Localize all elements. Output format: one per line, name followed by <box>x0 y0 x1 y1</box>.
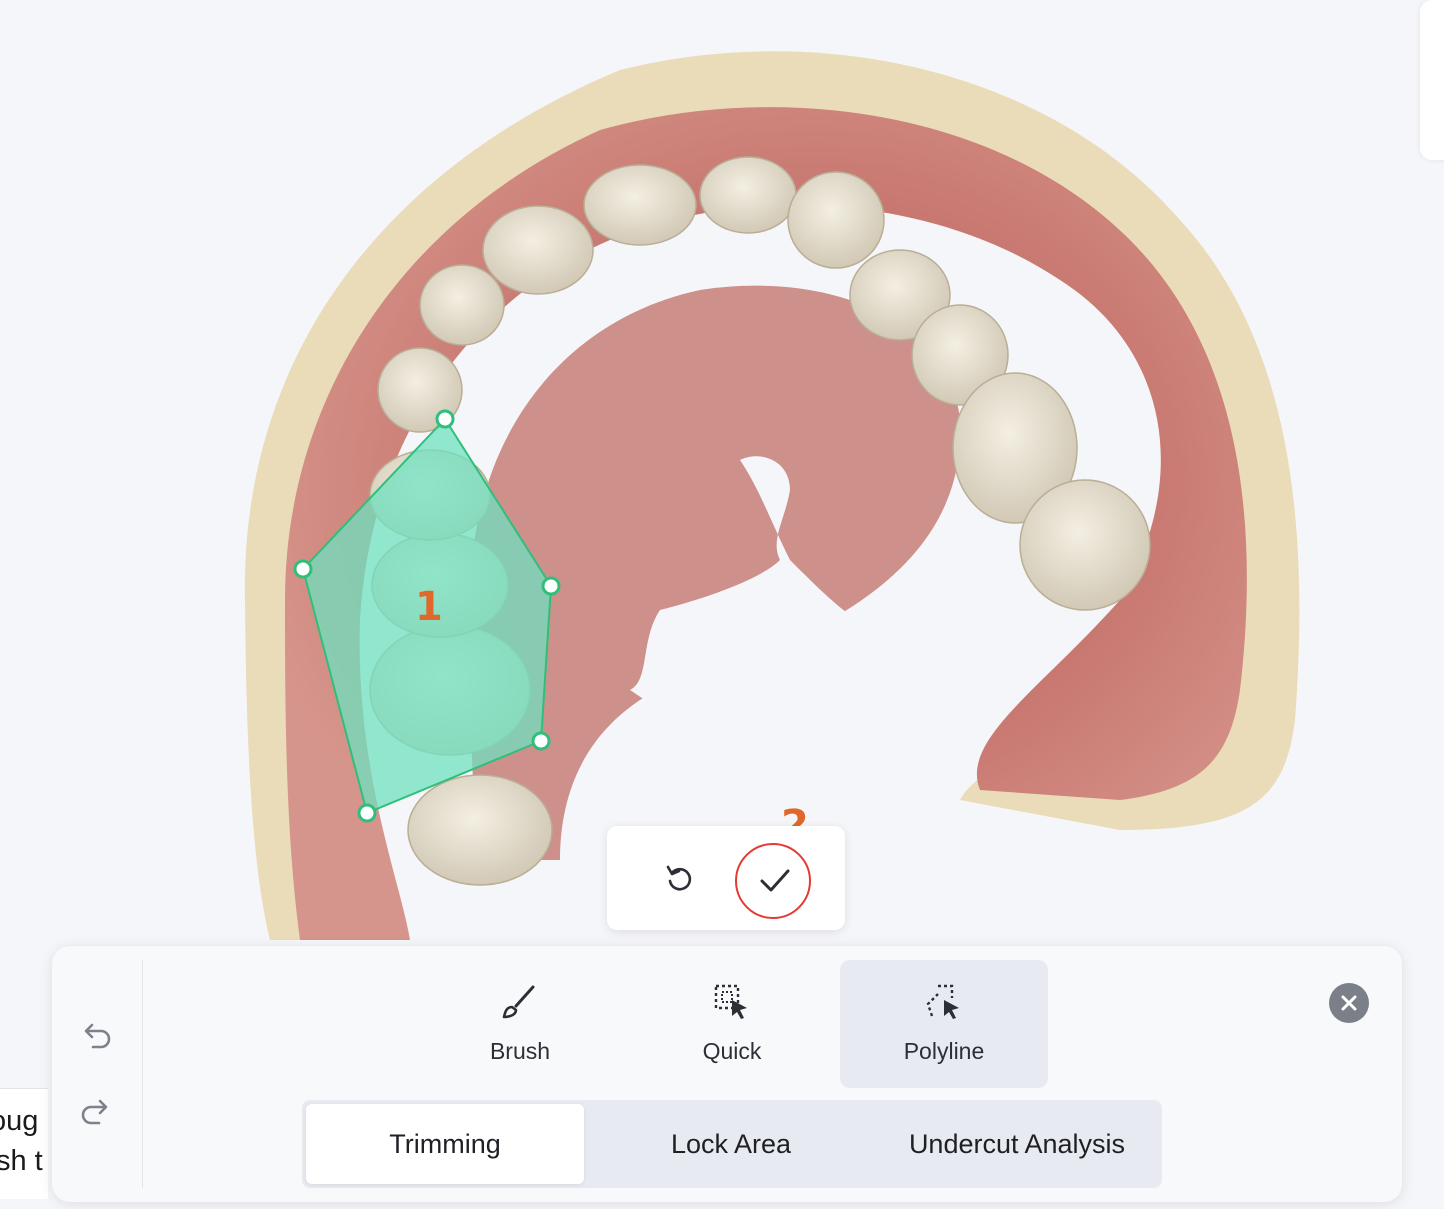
polyline-vertex <box>435 409 455 429</box>
tool-polyline[interactable]: Polyline <box>840 960 1048 1088</box>
polyline-vertex <box>293 559 313 579</box>
redo-icon <box>81 1099 108 1125</box>
editing-toolbar: Brush Quick Polyline Trimming Lock Area … <box>52 946 1402 1202</box>
side-panel-text: oug sh t <box>0 1088 48 1199</box>
reset-selection-button[interactable] <box>659 858 701 900</box>
right-edge-panel <box>1420 0 1444 160</box>
close-icon <box>1341 995 1357 1011</box>
undo-button[interactable] <box>76 1016 116 1056</box>
checkmark-icon <box>760 869 790 892</box>
side-panel-line-1: oug <box>0 1105 39 1137</box>
tab-undercut-analysis[interactable]: Undercut Analysis <box>878 1104 1156 1184</box>
history-controls <box>52 960 143 1188</box>
tab-lock-area[interactable]: Lock Area <box>592 1104 870 1184</box>
polyline-select-icon <box>926 984 959 1019</box>
reset-icon <box>666 865 692 891</box>
brush-icon <box>502 985 535 1019</box>
tab-trimming[interactable]: Trimming <box>306 1104 584 1184</box>
polyline-vertex <box>541 576 561 596</box>
polyline-vertex <box>357 803 377 823</box>
tool-quick[interactable]: Quick <box>628 960 836 1088</box>
mode-tabs: Trimming Lock Area Undercut Analysis <box>302 1100 1162 1188</box>
quick-select-icon <box>714 984 747 1019</box>
apply-selection-button[interactable] <box>747 854 803 906</box>
selection-confirm-popup <box>607 826 845 930</box>
tool-quick-label: Quick <box>702 1038 762 1064</box>
close-toolbar-button[interactable] <box>1329 983 1369 1023</box>
side-panel-line-2: sh t <box>0 1145 43 1177</box>
tool-brush-label: Brush <box>489 1038 551 1064</box>
tool-brush[interactable]: Brush <box>416 960 624 1088</box>
tool-polyline-label: Polyline <box>903 1038 985 1064</box>
step-label-1: 1 <box>415 584 443 630</box>
undo-icon <box>84 1023 111 1049</box>
polyline-vertex <box>531 731 551 751</box>
redo-button[interactable] <box>76 1092 116 1132</box>
